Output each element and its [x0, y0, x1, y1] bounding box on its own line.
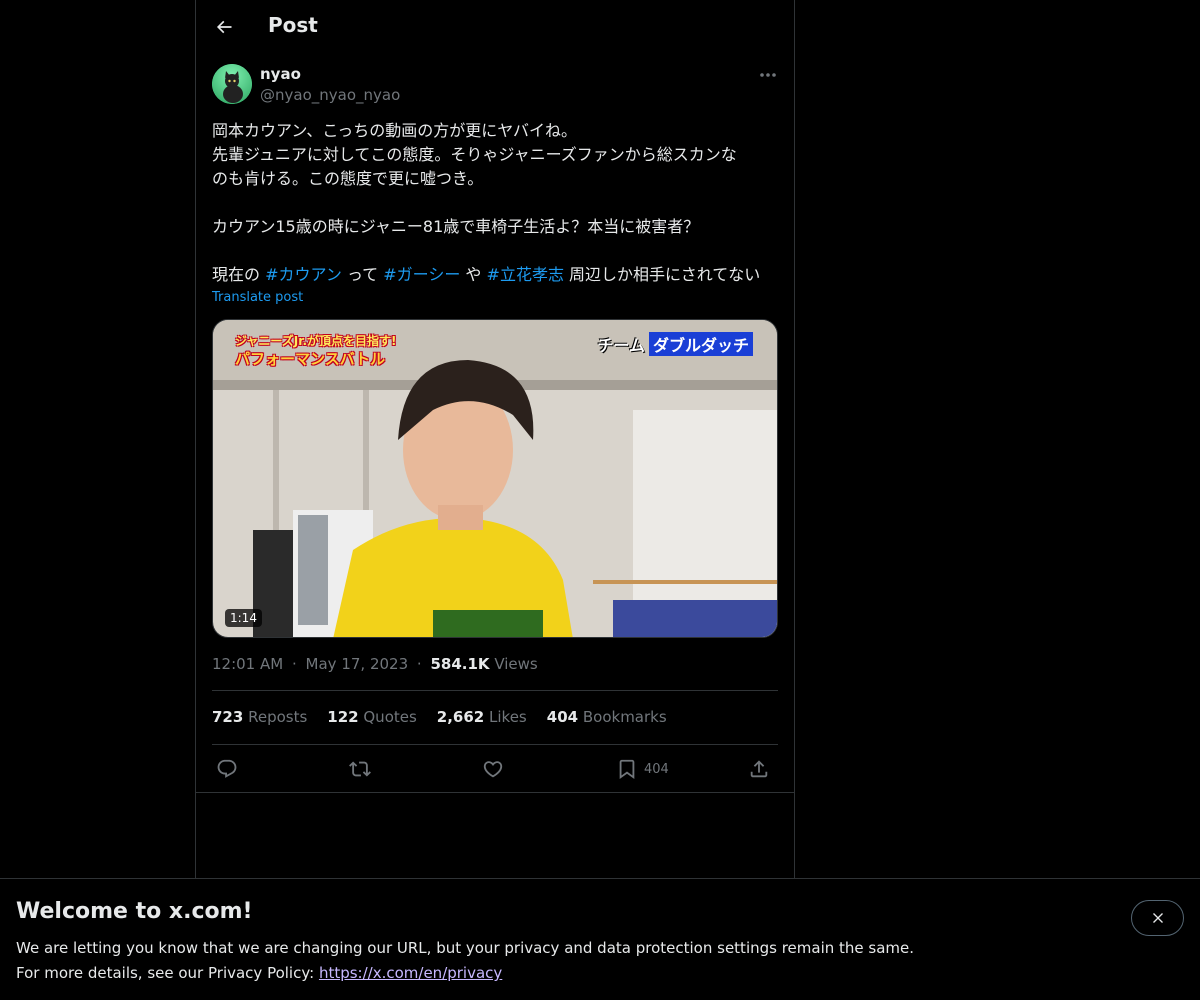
arrow-left-icon: [216, 20, 232, 34]
hashtag-link[interactable]: #カウアン: [265, 265, 342, 284]
bookmarks-count: 404: [546, 708, 579, 726]
video-player[interactable]: ジャニーズJr.が頂点を目指す! パフォーマンスバトル チーム ダブルダッチ 1…: [212, 319, 778, 638]
reposts-count: 723: [212, 708, 244, 726]
overlay-team-label: チーム: [597, 336, 645, 355]
bookmark-count: 404: [644, 761, 669, 777]
post-column: Post nyao @nyao_nyao_nyao 岡本カウアン、こっちの動画の…: [195, 0, 795, 1000]
overlay-team-tag: ダブルダッチ: [648, 332, 753, 356]
views-label: Views: [494, 655, 538, 673]
repost-button[interactable]: [349, 753, 371, 785]
tweet-text-segment: や: [460, 265, 487, 284]
tweet-line: のも肯ける。この態度で更に嘘つき。: [212, 169, 484, 188]
banner-title: Welcome to x.com!: [16, 899, 253, 924]
share-icon: [750, 760, 768, 778]
black-cat-avatar-icon: [212, 64, 252, 104]
privacy-policy-link[interactable]: https://x.com/en/privacy: [319, 964, 502, 982]
divider: [212, 744, 778, 745]
reposts-label: Reposts: [248, 708, 308, 726]
translate-post-link[interactable]: Translate post: [212, 290, 303, 305]
views-count: 584.1K: [430, 655, 490, 673]
author-handle[interactable]: @nyao_nyao_nyao: [260, 86, 400, 104]
banner-text-segment: For more details, see our Privacy Policy…: [16, 964, 319, 982]
likes-count: 2,662: [436, 708, 485, 726]
meta-separator: ·: [291, 655, 297, 673]
more-options-button[interactable]: [754, 63, 782, 87]
meta-separator: ·: [416, 655, 422, 673]
tweet-text-segment: 周辺しか相手にされてない: [563, 265, 761, 284]
tweet-text: 岡本カウアン、こっちの動画の方が更にヤバイね。 先輩ジュニアに対してこの態度。そ…: [212, 119, 778, 287]
tweet-line: カウアン15歳の時にジャニー81歳で車椅子生活よ？本当に被害者？: [212, 217, 700, 236]
like-button[interactable]: [482, 753, 504, 785]
bookmark-icon: [619, 759, 635, 780]
share-button[interactable]: [748, 753, 770, 785]
video-overlay-team: チーム ダブルダッチ: [597, 332, 753, 356]
tweet-text-segment: 現在の: [212, 265, 266, 284]
quotes-stat[interactable]: 122 Quotes: [327, 708, 417, 726]
author-display-name[interactable]: nyao: [260, 65, 301, 83]
post-date[interactable]: May 17, 2023: [306, 655, 409, 673]
banner-text-line: We are letting you know that we are chan…: [16, 939, 915, 957]
banner-text: We are letting you know that we are chan…: [16, 936, 914, 986]
welcome-banner: Welcome to x.com! We are letting you kno…: [0, 878, 1200, 1000]
quotes-label: Quotes: [363, 708, 417, 726]
video-overlay-caption: ジャニーズJr.が頂点を目指す! パフォーマンスバトル: [235, 332, 397, 368]
avatar[interactable]: [212, 64, 252, 104]
post-time[interactable]: 12:01 AM: [212, 655, 283, 673]
back-button[interactable]: [208, 11, 240, 43]
post-stats: 723 Reposts 122 Quotes 2,662 Likes 404 B…: [212, 708, 667, 726]
divider: [212, 690, 778, 691]
tweet-text-segment: って: [341, 265, 384, 284]
close-icon: [1152, 913, 1163, 923]
reposts-stat[interactable]: 723 Reposts: [212, 708, 307, 726]
page-title: Post: [268, 13, 318, 37]
quotes-count: 122: [327, 708, 359, 726]
video-duration: 1:14: [225, 609, 262, 627]
bookmark-button[interactable]: 404: [616, 753, 669, 785]
hashtag-link[interactable]: #立花孝志: [487, 265, 564, 284]
more-dots-icon: [760, 73, 776, 77]
reply-button[interactable]: [216, 753, 238, 785]
banner-text-line: For more details, see our Privacy Policy…: [16, 961, 914, 986]
overlay-caption-line: ジャニーズJr.が頂点を目指す!: [235, 334, 397, 348]
reply-icon: [217, 759, 237, 778]
bookmarks-label: Bookmarks: [582, 708, 667, 726]
bookmarks-stat[interactable]: 404 Bookmarks: [547, 708, 667, 726]
post-meta: 12:01 AM · May 17, 2023 · 584.1K Views: [212, 655, 538, 673]
tweet-line: 現在の #カウアン って #ガーシー や #立花孝志 周辺しか相手にされてない: [212, 263, 778, 287]
post-header: Post: [196, 0, 794, 53]
tweet-line: 岡本カウアン、こっちの動画の方が更にヤバイね。: [212, 121, 577, 140]
tweet-line: 先輩ジュニアに対してこの態度。そりゃジャニーズファンから総スカンな: [212, 145, 737, 164]
hashtag-link[interactable]: #ガーシー: [383, 265, 460, 284]
overlay-caption-line: パフォーマンスバトル: [235, 350, 386, 368]
likes-stat[interactable]: 2,662 Likes: [437, 708, 527, 726]
likes-label: Likes: [489, 708, 527, 726]
banner-close-button[interactable]: [1131, 900, 1184, 936]
repost-icon: [349, 761, 371, 777]
post-actions: 404: [212, 753, 778, 785]
heart-icon: [483, 761, 503, 778]
divider: [196, 792, 794, 793]
